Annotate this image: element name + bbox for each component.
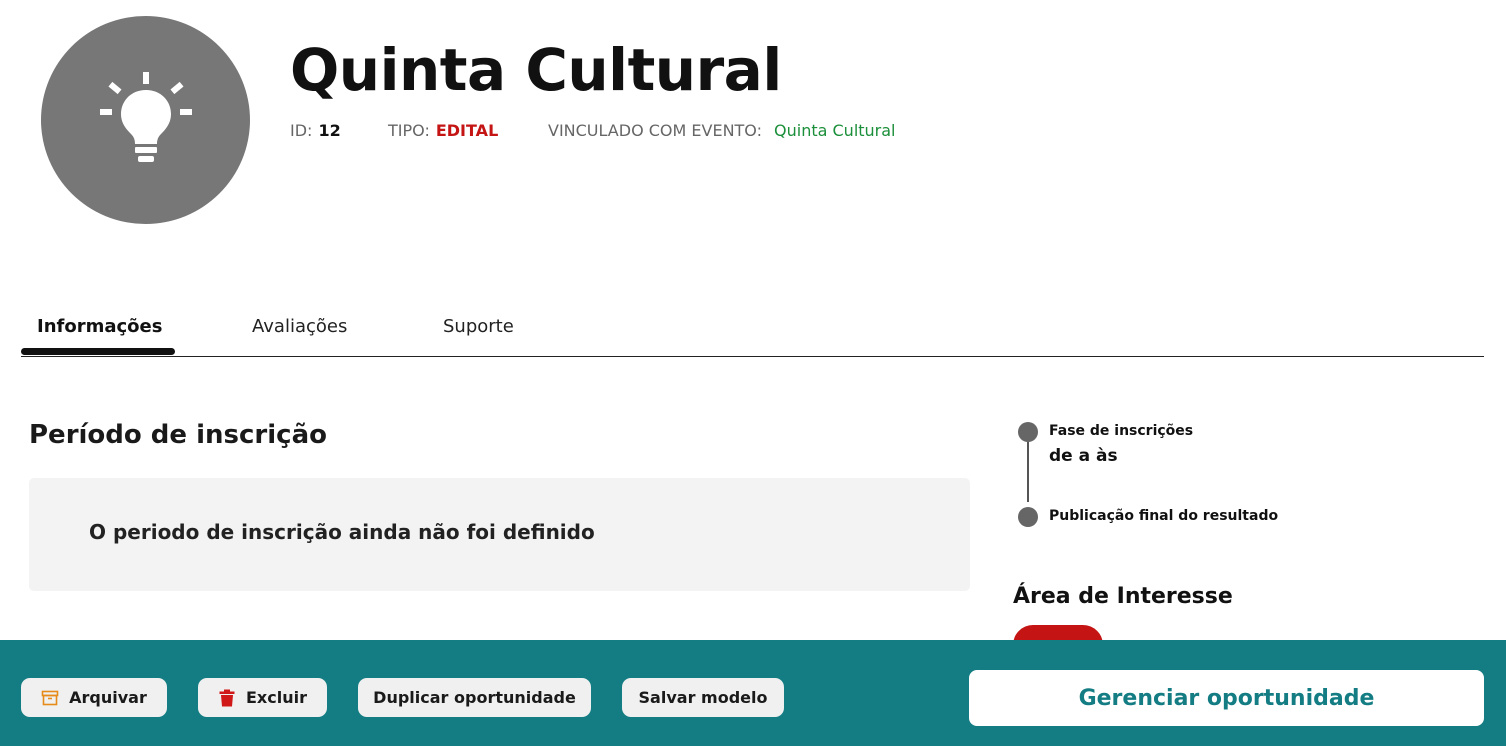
archive-icon: [41, 690, 59, 705]
period-notice-box: O periodo de inscrição ainda não foi def…: [29, 478, 970, 591]
tab-informacoes[interactable]: Informações: [37, 316, 162, 337]
active-tab-indicator: [21, 348, 175, 355]
phase-registration-label: Fase de inscrições: [1049, 423, 1194, 439]
save-template-button-label: Salvar modelo: [638, 688, 768, 707]
timeline-dot-registration: [1018, 422, 1038, 442]
tab-avaliacoes[interactable]: Avaliações: [252, 316, 347, 337]
type-label: TIPO:: [388, 121, 430, 140]
interest-area-title: Área de Interesse: [1013, 584, 1233, 609]
timeline-dot-result: [1018, 507, 1038, 527]
phase-registration-date: de a às: [1049, 446, 1118, 466]
event-link[interactable]: Quinta Cultural: [774, 121, 895, 140]
lightbulb-icon: [99, 72, 192, 162]
trash-icon: [219, 689, 235, 706]
timeline-connector: [1027, 442, 1029, 502]
manage-opportunity-label: Gerenciar oportunidade: [1078, 685, 1375, 711]
id-label: ID:: [290, 121, 313, 140]
page-title: Quinta Cultural: [290, 36, 782, 104]
duplicate-button[interactable]: Duplicar oportunidade: [358, 678, 591, 717]
linked-event: VINCULADO COM EVENTO: Quinta Cultural: [548, 120, 896, 142]
tab-bar: Informações Avaliações Suporte: [21, 310, 1484, 357]
tab-suporte[interactable]: Suporte: [443, 316, 514, 337]
save-template-button[interactable]: Salvar modelo: [622, 678, 784, 717]
type-value: EDITAL: [435, 121, 499, 140]
duplicate-button-label: Duplicar oportunidade: [373, 688, 576, 707]
id-value: 12: [318, 121, 341, 140]
archive-button-label: Arquivar: [69, 688, 147, 707]
section-title-period: Período de inscrição: [29, 420, 327, 450]
manage-opportunity-button[interactable]: Gerenciar oportunidade: [969, 670, 1484, 726]
delete-button-label: Excluir: [246, 688, 307, 707]
event-label: VINCULADO COM EVENTO:: [548, 121, 763, 140]
period-notice-text: O periodo de inscrição ainda não foi def…: [89, 520, 595, 544]
archive-button[interactable]: Arquivar: [21, 678, 167, 717]
opportunity-type: TIPO: EDITAL: [388, 120, 498, 142]
opportunity-id: ID: 12: [290, 120, 341, 142]
phase-result-label: Publicação final do resultado: [1049, 508, 1279, 524]
opportunity-avatar: [41, 16, 250, 224]
action-footer: Arquivar Excluir Duplicar oportunidade S…: [0, 640, 1506, 746]
delete-button[interactable]: Excluir: [198, 678, 327, 717]
